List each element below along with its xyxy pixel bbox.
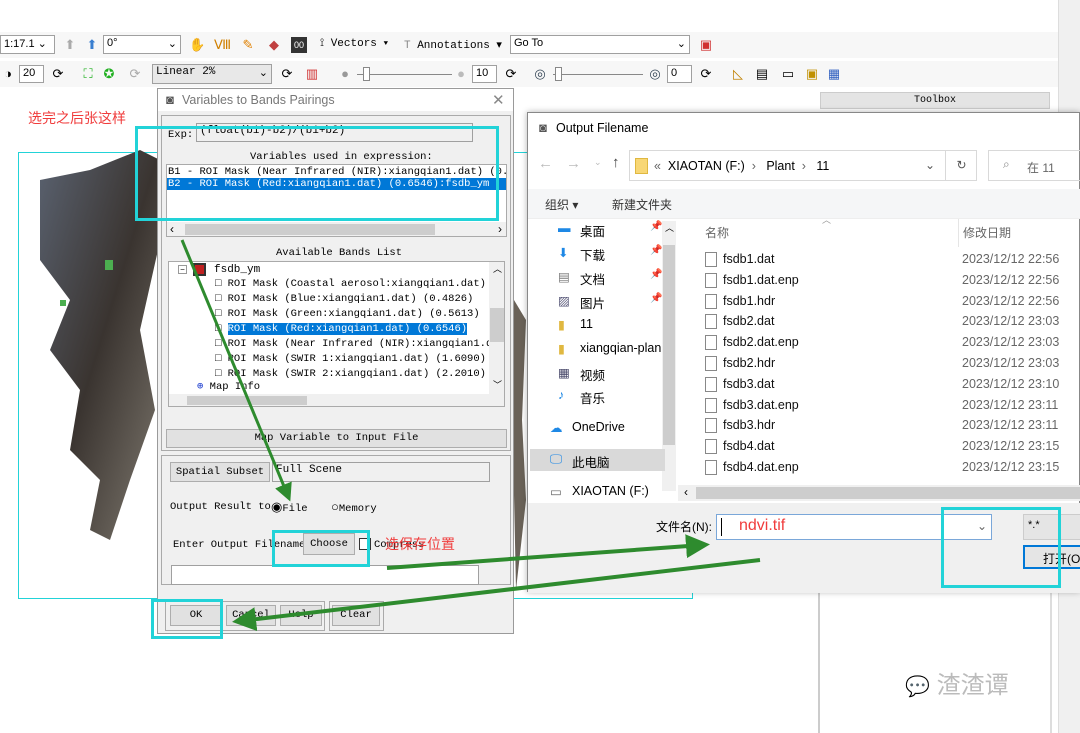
annotation-arrows bbox=[180, 239, 761, 632]
arrow-to-file-radio bbox=[180, 239, 292, 502]
arrow-to-filename bbox=[386, 534, 710, 570]
arrow-to-ok bbox=[232, 558, 761, 632]
